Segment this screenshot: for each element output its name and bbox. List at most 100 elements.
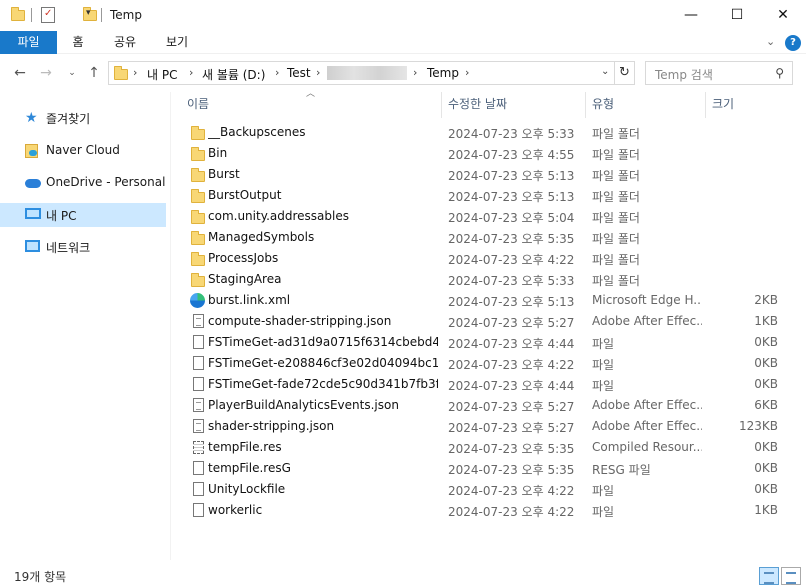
column-header-date[interactable]: 수정한 날짜 — [442, 92, 585, 116]
folder-row[interactable]: com.unity.addressables 2024-07-23 오후 5:04… — [184, 206, 794, 227]
chevron-right-icon[interactable]: › — [465, 66, 469, 79]
properties-icon[interactable]: ✓ — [41, 7, 55, 23]
sidebar-item-onedrive[interactable]: OneDrive - Personal — [0, 171, 166, 195]
file-name: ManagedSymbols — [208, 230, 315, 244]
file-modified-date: 2024-07-23 오후 4:22 — [448, 253, 575, 267]
folder-row[interactable]: Bin 2024-07-23 오후 4:55 파일 폴더 — [184, 143, 794, 164]
sidebar-item-network[interactable]: 네트워크 — [0, 235, 166, 259]
folder-icon — [11, 7, 25, 21]
file-row[interactable]: FSTimeGet-e208846cf3e02d04094bc1d... 2024… — [184, 353, 794, 374]
details-view-button[interactable] — [759, 567, 779, 585]
search-icon[interactable]: ⚲ — [775, 66, 784, 80]
file-modified-date: 2024-07-23 오후 5:33 — [448, 127, 575, 141]
file-type: Adobe After Effec... — [592, 314, 702, 328]
file-modified-date: 2024-07-23 오후 5:13 — [448, 169, 575, 183]
column-header-size[interactable]: 크기 — [706, 92, 794, 116]
file-row[interactable]: FSTimeGet-fade72cde5c90d341b7fb3f8... 202… — [184, 374, 794, 395]
sidebar-item-naver-cloud[interactable]: Naver Cloud — [0, 139, 166, 163]
folder-row[interactable]: __Backupscenes 2024-07-23 오후 5:33 파일 폴더 — [184, 122, 794, 143]
large-icons-view-button[interactable] — [781, 567, 801, 585]
file-name: workerlic — [208, 503, 263, 517]
folder-row[interactable]: StagingArea 2024-07-23 오후 5:33 파일 폴더 — [184, 269, 794, 290]
file-modified-date: 2024-07-23 오후 4:44 — [448, 379, 575, 393]
file-row[interactable]: FSTimeGet-ad31d9a0715f6314cbebd4e... 2024… — [184, 332, 794, 353]
maximize-button[interactable]: ☐ — [714, 0, 760, 31]
column-header-label: 수정한 날짜 — [448, 97, 508, 111]
file-type: Compiled Resour... — [592, 440, 702, 454]
edge-browser-icon — [190, 293, 205, 308]
file-name: FSTimeGet-ad31d9a0715f6314cbebd4e... — [208, 335, 438, 349]
file-modified-date: 2024-07-23 오후 5:13 — [448, 295, 575, 309]
file-size: 6KB — [754, 398, 778, 412]
folder-row[interactable]: ProcessJobs 2024-07-23 오후 4:22 파일 폴더 — [184, 248, 794, 269]
file-row[interactable]: shader-stripping.json 2024-07-23 오후 5:27 A… — [184, 416, 794, 437]
folder-row[interactable]: ManagedSymbols 2024-07-23 오후 5:35 파일 폴더 — [184, 227, 794, 248]
expand-ribbon-icon[interactable]: ⌄ — [766, 35, 775, 48]
sidebar-item-label: OneDrive - Personal — [46, 175, 166, 189]
sidebar-item-label: 즐겨찾기 — [46, 112, 91, 126]
up-button[interactable]: ↑ — [84, 62, 104, 84]
json-file-icon — [193, 419, 204, 433]
file-row[interactable]: compute-shader-stripping.json 2024-07-23 … — [184, 311, 794, 332]
address-bar[interactable]: › 내 PC › 새 볼륨 (D:) › Test › › Temp › ⌄ — [108, 61, 615, 85]
search-input[interactable]: Temp 검색 ⚲ — [645, 61, 793, 85]
chevron-right-icon[interactable]: › — [316, 66, 320, 79]
file-name: Burst — [208, 167, 240, 181]
file-icon — [193, 335, 204, 349]
tab-home[interactable]: 홈 — [60, 31, 96, 54]
sidebar-item-label: 네트워크 — [46, 241, 91, 255]
chevron-right-icon[interactable]: › — [189, 66, 193, 79]
file-row[interactable]: tempFile.res 2024-07-23 오후 5:35 Compiled R… — [184, 437, 794, 458]
computer-icon — [25, 208, 41, 219]
back-button[interactable]: ← — [10, 62, 30, 84]
breadcrumb-test[interactable]: Test — [287, 66, 311, 80]
file-size: 1KB — [754, 503, 778, 517]
divider — [31, 8, 32, 22]
tab-share[interactable]: 공유 — [105, 31, 145, 54]
chevron-right-icon[interactable]: › — [133, 66, 137, 79]
breadcrumb-temp[interactable]: Temp — [427, 66, 459, 80]
column-header-type[interactable]: 유형 — [586, 92, 705, 116]
file-size: 0KB — [754, 440, 778, 454]
file-row[interactable]: workerlic 2024-07-23 오후 4:22 파일 1KB — [184, 500, 794, 521]
file-type: 파일 — [592, 337, 615, 351]
address-dropdown-icon[interactable]: ⌄ — [601, 66, 609, 77]
recent-locations-icon[interactable]: ⌄ — [62, 62, 82, 84]
refresh-button[interactable]: ↻ — [615, 61, 635, 85]
file-name: tempFile.resG — [208, 461, 291, 475]
file-row[interactable]: burst.link.xml 2024-07-23 오후 5:13 Microsof… — [184, 290, 794, 311]
help-icon[interactable]: ? — [785, 35, 801, 51]
close-button[interactable]: ✕ — [760, 0, 806, 31]
item-count: 19개 항목 — [14, 570, 67, 584]
file-type: 파일 폴더 — [592, 211, 640, 225]
pane-splitter[interactable] — [170, 92, 171, 560]
folder-row[interactable]: BurstOutput 2024-07-23 오후 5:13 파일 폴더 — [184, 185, 794, 206]
sidebar-item-this-pc[interactable]: 내 PC — [0, 203, 166, 227]
minimize-button[interactable]: — — [668, 0, 714, 31]
status-bar: 19개 항목 — [0, 563, 806, 588]
chevron-right-icon[interactable]: › — [275, 66, 279, 79]
column-header-name[interactable]: 이름 — [181, 92, 441, 116]
file-row[interactable]: tempFile.resG 2024-07-23 오후 5:35 RESG 파일 0K… — [184, 458, 794, 479]
forward-button[interactable]: → — [36, 62, 56, 84]
file-type: 파일 폴더 — [592, 127, 640, 141]
folder-icon — [191, 273, 205, 287]
column-header-label: 유형 — [592, 97, 615, 111]
tab-file[interactable]: 파일 — [0, 31, 57, 54]
sidebar-item-quick-access[interactable]: ★ 즐겨찾기 — [0, 106, 166, 130]
breadcrumb-volume[interactable]: 새 볼륨 (D:) — [202, 66, 265, 83]
customize-quick-access-icon[interactable]: ▾ — [86, 8, 91, 26]
folder-row[interactable]: Burst 2024-07-23 오후 5:13 파일 폴더 — [184, 164, 794, 185]
tab-view[interactable]: 보기 — [155, 31, 199, 54]
file-row[interactable]: UnityLockfile 2024-07-23 오후 4:22 파일 0KB — [184, 479, 794, 500]
breadcrumb-pc[interactable]: 내 PC — [147, 66, 177, 83]
file-type: 파일 폴더 — [592, 253, 640, 267]
file-size: 0KB — [754, 356, 778, 370]
file-size: 0KB — [754, 335, 778, 349]
file-name: shader-stripping.json — [208, 419, 335, 433]
file-name: UnityLockfile — [208, 482, 286, 496]
file-type: Microsoft Edge H... — [592, 293, 702, 307]
chevron-right-icon[interactable]: › — [413, 66, 417, 79]
file-row[interactable]: PlayerBuildAnalyticsEvents.json 2024-07-2… — [184, 395, 794, 416]
file-type: 파일 폴더 — [592, 148, 640, 162]
